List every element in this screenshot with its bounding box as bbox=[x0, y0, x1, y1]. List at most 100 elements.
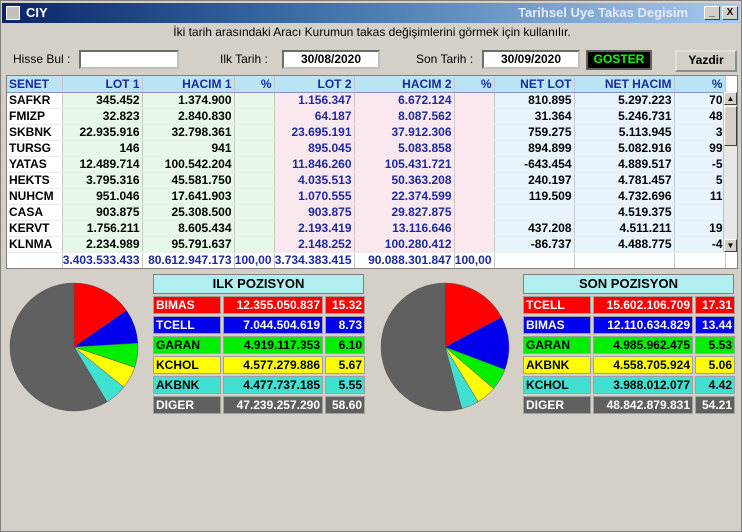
table-cell: 17.641.903 bbox=[142, 188, 235, 205]
table-cell: 13.116.646 bbox=[354, 220, 455, 237]
table-row[interactable]: KERVT 1.756.211 8.605.434 2.193.419 13.116.6… bbox=[7, 220, 726, 237]
pozisyon-row[interactable]: AKBNK 4.477.737.185 5.55 bbox=[153, 376, 365, 394]
table-cell: 64.187 bbox=[274, 108, 355, 125]
window-title: Tarihsel Uye Takas Degisim bbox=[518, 5, 689, 20]
son-tarih-label: Son Tarih : bbox=[416, 52, 474, 66]
table-cell bbox=[234, 236, 275, 253]
table-row[interactable]: HEKTS 3.795.316 45.581.750 4.035.513 50.363.… bbox=[7, 172, 726, 189]
table-row[interactable]: KLNMA 2.234.989 95.791.637 2.148.252 100.280… bbox=[7, 236, 726, 253]
pozisyon-row[interactable]: BIMAS 12.355.050.837 15.32 bbox=[153, 296, 365, 314]
pozisyon-row[interactable]: KCHOL 4.577.279.886 5.67 bbox=[153, 356, 365, 374]
table-row[interactable]: CASA 903.875 25.308.500 903.875 29.827.875 4.… bbox=[7, 204, 726, 221]
pozisyon-value: 48.842.879.831 bbox=[593, 396, 693, 414]
table-cell: 895.045 bbox=[274, 140, 355, 157]
table-cell: 70 bbox=[674, 92, 726, 109]
column-header[interactable]: NET LOT bbox=[494, 76, 575, 93]
column-header[interactable]: HACIM 2 bbox=[354, 76, 455, 93]
pozisyon-row[interactable]: KCHOL 3.988.012.077 4.42 bbox=[523, 376, 735, 394]
table-cell: 894.899 bbox=[494, 140, 575, 157]
table-cell: 2.148.252 bbox=[274, 236, 355, 253]
table-cell: 19 bbox=[674, 220, 726, 237]
pozisyon-row[interactable]: GARAN 4.985.962.475 5.53 bbox=[523, 336, 735, 354]
table-row[interactable]: SKBNK 22.935.916 32.798.361 23.695.191 37.91… bbox=[7, 124, 726, 141]
scroll-up-arrow-icon[interactable]: ▲ bbox=[724, 92, 737, 105]
table-cell bbox=[674, 204, 726, 221]
table-row[interactable]: SAFKR 345.452 1.374.900 1.156.347 6.672.124 8… bbox=[7, 92, 726, 109]
pozisyon-value: 3.988.012.077 bbox=[593, 376, 693, 394]
column-header[interactable]: % bbox=[454, 76, 495, 93]
table-cell: 4.519.375 bbox=[574, 204, 675, 221]
minimize-button[interactable]: _ bbox=[704, 6, 720, 20]
takas-grid[interactable]: SENET LOT 1 HACIM 1% LOT 2 HACIM 2% NET LOT NE… bbox=[6, 75, 738, 269]
table-row[interactable]: FMIZP 32.823 2.840.830 64.187 8.087.562 31.36… bbox=[7, 108, 726, 125]
table-cell: 100,00 bbox=[234, 252, 275, 268]
pozisyon-pct: 58.60 bbox=[325, 396, 365, 414]
table-cell: 2.193.419 bbox=[274, 220, 355, 237]
pozisyon-name: AKBNK bbox=[153, 376, 221, 394]
column-header[interactable]: % bbox=[674, 76, 726, 93]
pozisyon-row[interactable]: DIGER 47.239.257.290 58.60 bbox=[153, 396, 365, 414]
scroll-thumb[interactable] bbox=[724, 106, 737, 146]
table-row[interactable]: NUHCM 951.046 17.641.903 1.070.555 22.374.59… bbox=[7, 188, 726, 205]
table-cell bbox=[454, 236, 495, 253]
table-row[interactable]: YATAS 12.489.714 100.542.204 11.846.260 105.… bbox=[7, 156, 726, 173]
pozisyon-row[interactable]: AKBNK 4.558.705.924 5.06 bbox=[523, 356, 735, 374]
table-cell bbox=[454, 124, 495, 141]
table-cell: 22.935.916 bbox=[62, 124, 143, 141]
pozisyon-row[interactable]: BIMAS 12.110.634.829 13.44 bbox=[523, 316, 735, 334]
hisse-search-input[interactable] bbox=[79, 50, 179, 69]
table-cell bbox=[234, 124, 275, 141]
table-cell: 5.246.731 bbox=[574, 108, 675, 125]
pozisyon-pct: 54.21 bbox=[695, 396, 735, 414]
table-cell bbox=[454, 220, 495, 237]
table-cell bbox=[454, 188, 495, 205]
table-cell: 4.732.696 bbox=[574, 188, 675, 205]
pozisyon-value: 4.577.279.886 bbox=[223, 356, 323, 374]
table-cell bbox=[494, 252, 575, 268]
table-cell: 4.889.517 bbox=[574, 156, 675, 173]
table-row[interactable]: TURSG 146 941 895.045 5.083.858 894.899 5.082.… bbox=[7, 140, 726, 157]
scroll-down-arrow-icon[interactable]: ▼ bbox=[724, 239, 737, 252]
table-cell bbox=[234, 204, 275, 221]
pozisyon-row[interactable]: DIGER 48.842.879.831 54.21 bbox=[523, 396, 735, 414]
pozisyon-name: KCHOL bbox=[153, 356, 221, 374]
column-header[interactable]: NET HACIM bbox=[574, 76, 675, 93]
grid-vertical-scrollbar[interactable]: ▲ ▼ bbox=[723, 92, 737, 252]
table-cell: FMIZP bbox=[7, 108, 63, 125]
yazdir-button[interactable]: Yazdir bbox=[675, 50, 737, 72]
son-tarih-input[interactable]: 30/09/2020 bbox=[482, 50, 580, 69]
close-button[interactable]: X bbox=[722, 6, 738, 20]
table-cell: 11.846.260 bbox=[274, 156, 355, 173]
table-cell: 1.156.347 bbox=[274, 92, 355, 109]
title-bar[interactable]: CIY Tarihsel Uye Takas Degisim _ X bbox=[2, 3, 740, 23]
column-header[interactable]: LOT 1 bbox=[62, 76, 143, 93]
table-cell: CASA bbox=[7, 204, 63, 221]
main-window: CIY Tarihsel Uye Takas Degisim _ X İki t… bbox=[0, 0, 742, 532]
ilk-pozisyon-pie bbox=[9, 282, 139, 412]
table-cell: 146 bbox=[62, 140, 143, 157]
pozisyon-value: 47.239.257.290 bbox=[223, 396, 323, 414]
pozisyon-row[interactable]: TCELL 15.602.106.709 17.31 bbox=[523, 296, 735, 314]
pozisyon-row[interactable]: GARAN 4.919.117.353 6.10 bbox=[153, 336, 365, 354]
table-total-row[interactable]: 3.403.533.433 80.612.947.173 100,00 3.734.3… bbox=[7, 252, 726, 268]
table-cell bbox=[234, 156, 275, 173]
table-cell: 4.035.513 bbox=[274, 172, 355, 189]
column-header[interactable]: % bbox=[234, 76, 275, 93]
pozisyon-name: TCELL bbox=[153, 316, 221, 334]
column-header[interactable]: HACIM 1 bbox=[142, 76, 235, 93]
pozisyon-value: 12.110.634.829 bbox=[593, 316, 693, 334]
table-cell: 2.840.830 bbox=[142, 108, 235, 125]
table-header-row: SENET LOT 1 HACIM 1% LOT 2 HACIM 2% NET LOT NE… bbox=[7, 76, 726, 93]
table-cell: 2.234.989 bbox=[62, 236, 143, 253]
table-cell bbox=[574, 252, 675, 268]
column-header[interactable]: LOT 2 bbox=[274, 76, 355, 93]
table-cell bbox=[234, 172, 275, 189]
table-cell bbox=[454, 140, 495, 157]
table-cell: YATAS bbox=[7, 156, 63, 173]
pozisyon-row[interactable]: TCELL 7.044.504.619 8.73 bbox=[153, 316, 365, 334]
table-cell: SKBNK bbox=[7, 124, 63, 141]
ilk-tarih-input[interactable]: 30/08/2020 bbox=[282, 50, 380, 69]
goster-button[interactable]: GOSTER bbox=[586, 50, 652, 70]
son-pozisyon-title: SON POZISYON bbox=[523, 274, 734, 294]
column-header[interactable]: SENET bbox=[7, 76, 63, 93]
